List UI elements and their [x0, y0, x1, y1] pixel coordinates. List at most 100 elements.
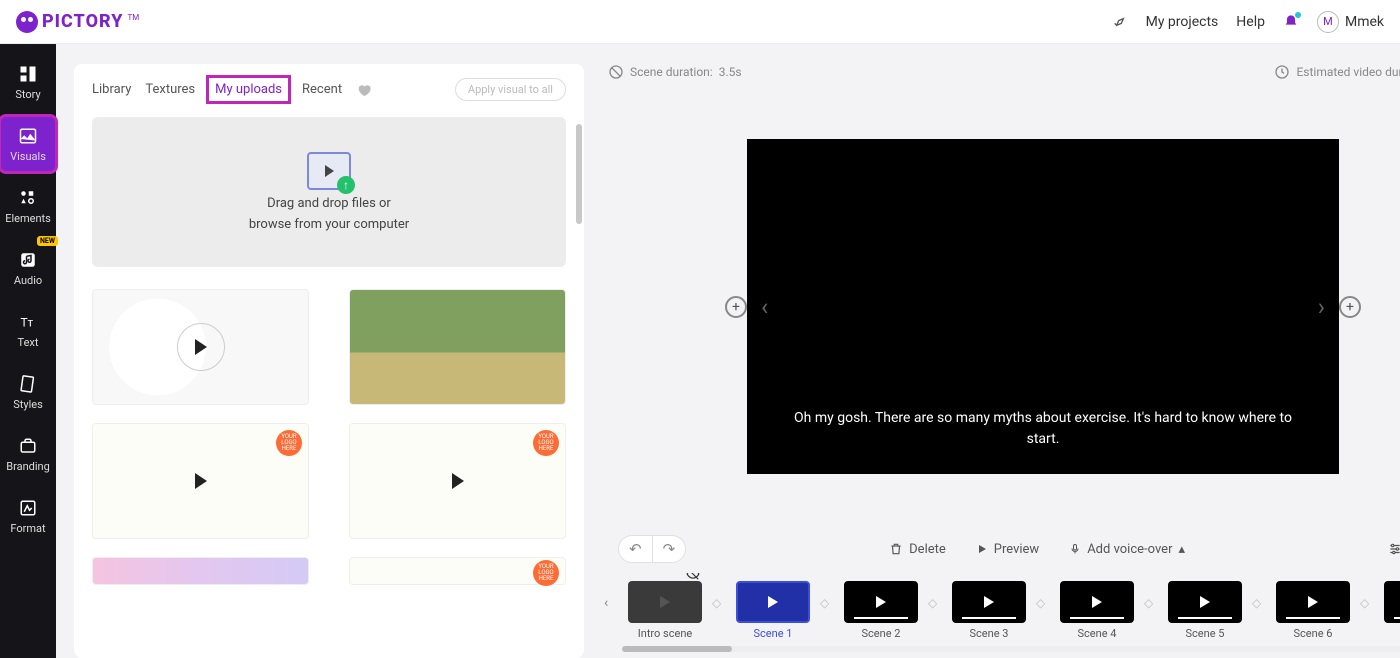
upload-dropzone[interactable]: ↑ Drag and drop files or browse from you…: [92, 117, 566, 267]
scene-thumbnail: [1384, 581, 1400, 623]
sidebar-item-audio[interactable]: NEW Audio: [0, 240, 56, 296]
sidebar-item-branding[interactable]: Branding: [0, 426, 56, 482]
add-scene-after-button[interactable]: +: [1339, 296, 1361, 318]
delete-button[interactable]: Delete: [889, 542, 946, 557]
timeline: ‹ Intro scene ◇ Scene 1 ◇ Scene 2: [604, 573, 1400, 658]
undo-button[interactable]: ↶: [619, 536, 653, 562]
bell-icon[interactable]: [1283, 14, 1299, 30]
favorites-icon[interactable]: [356, 82, 372, 98]
sidebar-item-story[interactable]: Story: [0, 54, 56, 110]
scene-label: Intro scene: [638, 627, 692, 640]
scene-label: Scene 1: [754, 627, 793, 640]
upload-thumbnail[interactable]: YOUR LOGO HERE: [349, 557, 566, 585]
upload-thumbnail[interactable]: YOUR LOGO HERE: [92, 423, 309, 539]
sidebar-item-label: Elements: [5, 212, 51, 225]
est-duration-label: Estimated video duration:: [1296, 65, 1400, 79]
preview-info-bar: Scene duration: 3.5s Estimated video dur…: [604, 64, 1400, 88]
transition-icon[interactable]: ◇: [820, 596, 834, 610]
transition-icon[interactable]: ◇: [1360, 596, 1374, 610]
scene-item-5[interactable]: Scene 5: [1168, 581, 1242, 640]
scene-item-7[interactable]: Scene 7: [1384, 581, 1400, 640]
tab-library[interactable]: Library: [92, 82, 131, 97]
chevron-right-icon[interactable]: ›: [1308, 283, 1335, 331]
upload-thumbnail[interactable]: YOUR LOGO HERE: [349, 423, 566, 539]
text-icon: Tᴛ: [18, 312, 38, 332]
transition-icon[interactable]: ◇: [1036, 596, 1050, 610]
sidebar-item-styles[interactable]: Styles: [0, 364, 56, 420]
visuals-icon: [18, 126, 38, 146]
preview-controls: ↶ ↷ Delete Preview Add voice-over ▴: [604, 525, 1400, 573]
tab-textures[interactable]: Textures: [145, 82, 195, 97]
preview-button[interactable]: Preview: [976, 542, 1039, 557]
header-right: My projects Help M Mmek: [1112, 11, 1384, 33]
timeline-scrollbar-track: [622, 646, 1400, 652]
scene-item-2[interactable]: Scene 2: [844, 581, 918, 640]
user-menu[interactable]: M Mmek: [1317, 11, 1384, 33]
upload-text-2: browse from your computer: [249, 217, 409, 232]
redo-button[interactable]: ↷: [653, 536, 686, 562]
elements-icon: [18, 188, 38, 208]
scene-item-1[interactable]: Scene 1: [736, 581, 810, 640]
upload-icon: ↑: [307, 152, 351, 190]
sidebar-item-label: Format: [10, 522, 45, 535]
clock-icon: [1274, 64, 1290, 80]
caption-text: Oh my gosh. There are so many myths abou…: [747, 408, 1339, 450]
sidebar-item-elements[interactable]: Elements: [0, 178, 56, 234]
visuals-tabs: Library Textures My uploads Recent Apply…: [74, 78, 584, 111]
settings-button[interactable]: Settings ▴: [1388, 542, 1400, 557]
video-frame[interactable]: ‹ › Oh my gosh. There are so many myths …: [747, 139, 1339, 474]
scene-label: Scene 4: [1078, 627, 1117, 640]
sidebar-item-label: Audio: [14, 274, 42, 287]
upload-thumbnail[interactable]: [92, 557, 309, 585]
add-scene-before-button[interactable]: +: [725, 296, 747, 318]
logo[interactable]: PICTORY TM: [16, 11, 139, 33]
transition-icon[interactable]: ◇: [928, 596, 942, 610]
sidebar-item-label: Visuals: [10, 150, 46, 163]
scene-item-4[interactable]: Scene 4: [1060, 581, 1134, 640]
scene-item-3[interactable]: Scene 3: [952, 581, 1026, 640]
sidebar-item-label: Text: [18, 336, 39, 349]
sidebar-item-text[interactable]: Tᴛ Text: [0, 302, 56, 358]
upload-text-1: Drag and drop files or: [267, 196, 391, 211]
undo-redo-group: ↶ ↷: [618, 535, 686, 563]
scene-thumbnail: [952, 581, 1026, 623]
audio-icon: [18, 250, 38, 270]
logo-badge: YOUR LOGO HERE: [533, 430, 559, 456]
transition-icon[interactable]: ◇: [712, 596, 726, 610]
scene-thumbnail: [1276, 581, 1350, 623]
tab-recent[interactable]: Recent: [302, 82, 342, 97]
nav-my-projects[interactable]: My projects: [1146, 14, 1219, 30]
apply-visual-all-button[interactable]: Apply visual to all: [455, 78, 566, 101]
upload-thumbnail[interactable]: [92, 289, 309, 405]
scene-thumbnail: [628, 581, 702, 623]
svg-text:Tᴛ: Tᴛ: [21, 315, 34, 329]
nav-help[interactable]: Help: [1236, 14, 1265, 30]
styles-icon: [18, 374, 38, 394]
voice-over-button[interactable]: Add voice-over ▴: [1069, 542, 1185, 557]
tab-my-uploads[interactable]: My uploads: [209, 78, 288, 101]
new-badge: NEW: [37, 236, 58, 246]
logo-tm: TM: [127, 13, 139, 22]
transition-icon[interactable]: ◇: [1144, 596, 1158, 610]
upload-thumbnail[interactable]: [349, 289, 566, 405]
sidebar-item-visuals[interactable]: Visuals: [0, 116, 56, 172]
scrollbar[interactable]: [576, 124, 582, 224]
scene-thumbnail: [736, 581, 810, 623]
story-icon: [18, 64, 38, 84]
chevron-left-icon[interactable]: ‹: [751, 283, 778, 331]
rocket-icon[interactable]: [1112, 14, 1128, 30]
scene-item-intro[interactable]: Intro scene: [628, 581, 702, 640]
eye-off-icon[interactable]: [686, 573, 700, 581]
scene-thumbnail: [1168, 581, 1242, 623]
prohibit-icon: [608, 64, 624, 80]
sidebar-item-label: Story: [15, 88, 40, 101]
scene-label: Scene 5: [1186, 627, 1225, 640]
sidebar-item-format[interactable]: Format: [0, 488, 56, 544]
uploads-grid: YOUR LOGO HERE YOUR LOGO HERE YOUR LOGO …: [74, 267, 584, 593]
scene-item-6[interactable]: Scene 6: [1276, 581, 1350, 640]
transition-icon[interactable]: ◇: [1252, 596, 1266, 610]
scene-label: Scene 2: [862, 627, 901, 640]
timeline-scrollbar-thumb[interactable]: [622, 646, 732, 652]
timeline-prev-button[interactable]: ‹: [604, 595, 618, 611]
scene-label: Scene 6: [1294, 627, 1333, 640]
